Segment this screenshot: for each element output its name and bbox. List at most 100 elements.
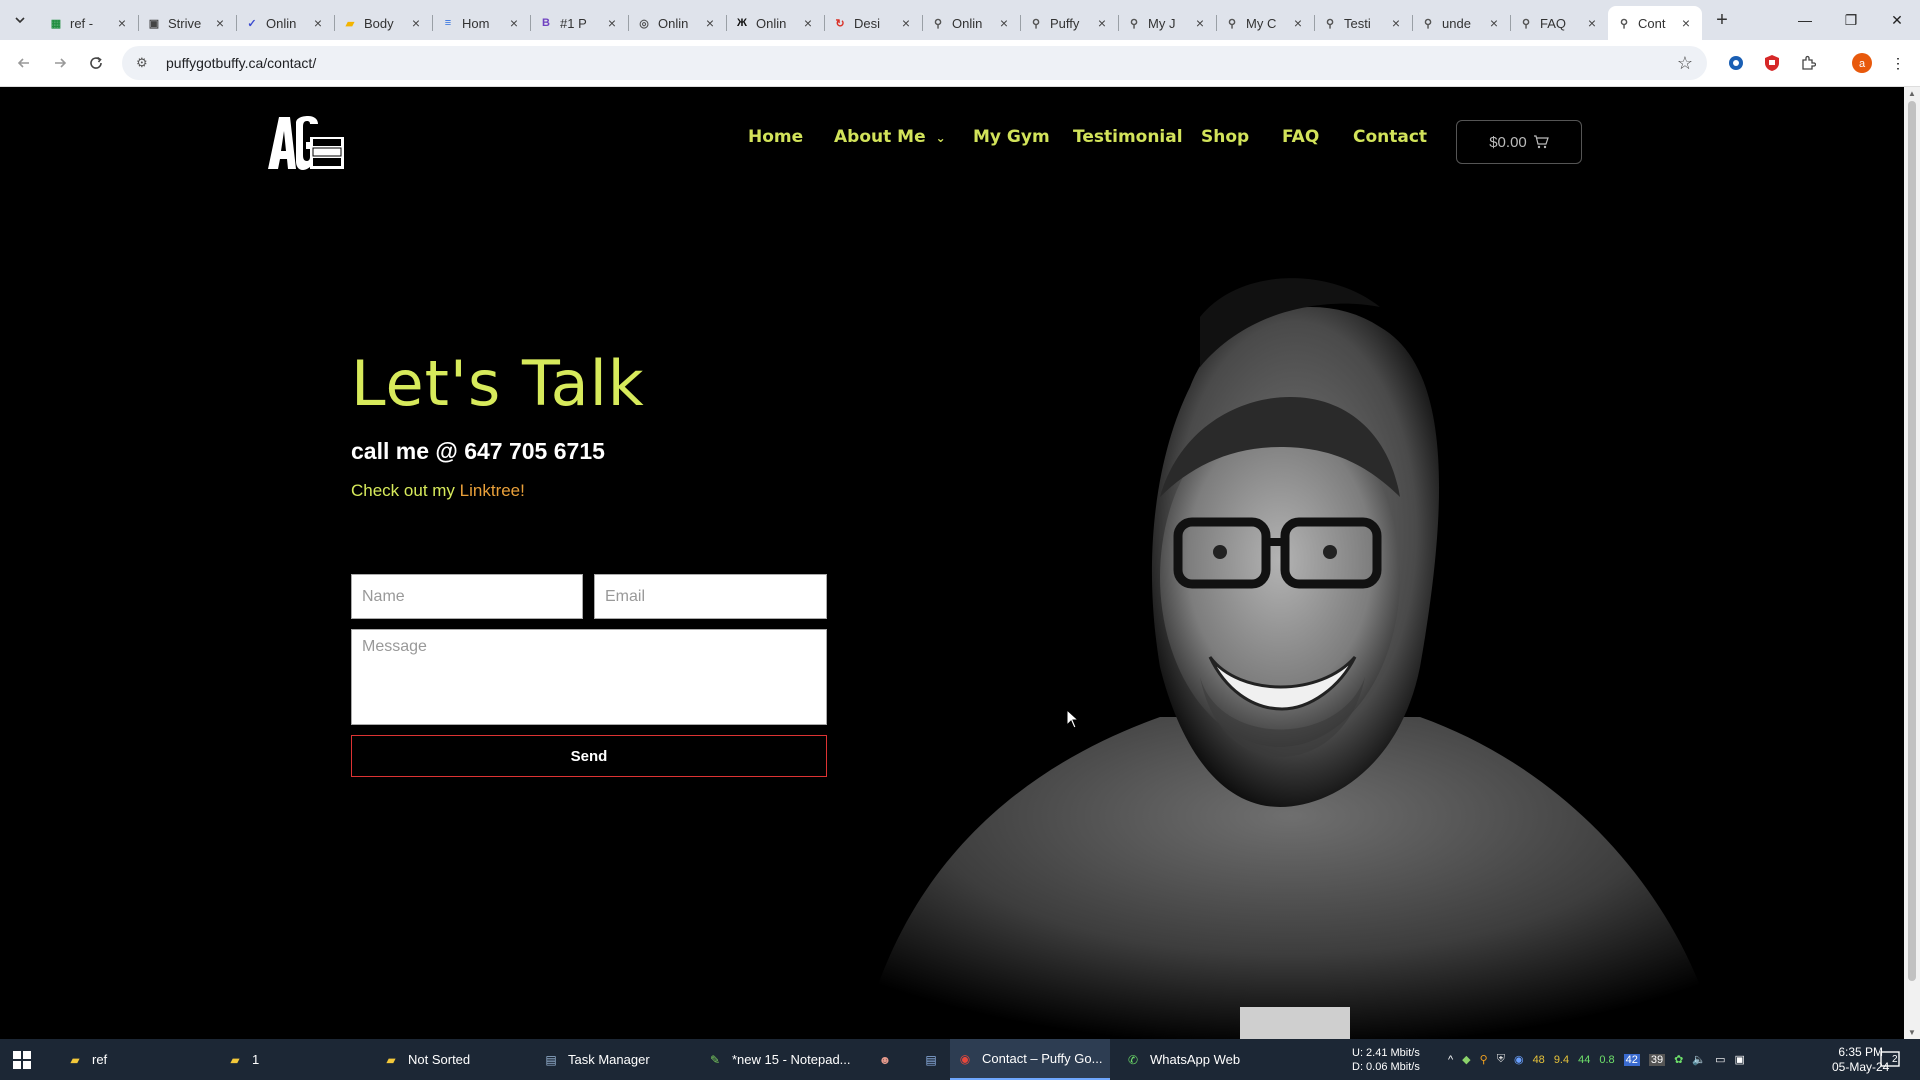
close-tab-icon[interactable]: ×: [1094, 15, 1110, 31]
url-text[interactable]: puffygotbuffy.ca/contact/: [166, 55, 1677, 71]
bookmark-star-icon[interactable]: ☆: [1677, 53, 1693, 74]
nav-item-home[interactable]: Home: [748, 127, 803, 147]
close-tab-icon[interactable]: ×: [310, 15, 326, 31]
tab-title: Onlin: [658, 15, 689, 31]
close-tab-icon[interactable]: ×: [1678, 15, 1694, 31]
email-field[interactable]: Email: [594, 574, 827, 619]
browser-tab[interactable]: ⚲ FAQ ×: [1510, 6, 1608, 40]
browser-tab[interactable]: ⚲ Onlin ×: [922, 6, 1020, 40]
close-tab-icon[interactable]: ×: [604, 15, 620, 31]
nav-item-testimonial[interactable]: Testimonial: [1073, 127, 1183, 147]
browser-tab[interactable]: ⚲ Puffy ×: [1020, 6, 1118, 40]
extensions-puzzle-icon[interactable]: [1798, 53, 1818, 73]
close-window-button[interactable]: ✕: [1874, 0, 1920, 40]
close-tab-icon[interactable]: ×: [212, 15, 228, 31]
shield-extension-icon[interactable]: [1762, 53, 1782, 73]
browser-tab[interactable]: ⚲ unde ×: [1412, 6, 1510, 40]
cart-icon: [1533, 135, 1549, 149]
address-bar[interactable]: ⚙ puffygotbuffy.ca/contact/ ☆: [122, 46, 1707, 80]
close-tab-icon[interactable]: ×: [114, 15, 130, 31]
restore-button[interactable]: ❐: [1828, 0, 1874, 40]
taskbar-item-label: Contact – Puffy Go...: [982, 1051, 1103, 1066]
close-tab-icon[interactable]: ×: [800, 15, 816, 31]
browser-tab[interactable]: ✓ Onlin ×: [236, 6, 334, 40]
close-tab-icon[interactable]: ×: [702, 15, 718, 31]
scroll-up-arrow-icon[interactable]: ▲: [1908, 89, 1916, 98]
minimize-button[interactable]: —: [1782, 0, 1828, 40]
volume-icon[interactable]: 🔈: [1692, 1053, 1706, 1066]
start-button[interactable]: [0, 1039, 44, 1080]
tab-search-button[interactable]: [0, 0, 40, 40]
browser-tab[interactable]: ◎ Onlin ×: [628, 6, 726, 40]
nav-item-about-me[interactable]: About Me ⌄: [834, 127, 946, 147]
send-button[interactable]: Send: [351, 735, 827, 777]
browser-tab[interactable]: ⚲ Testi ×: [1314, 6, 1412, 40]
name-field[interactable]: Name: [351, 574, 583, 619]
nav-item-contact[interactable]: Contact: [1353, 127, 1427, 147]
tray-globe-icon[interactable]: ◉: [1514, 1053, 1524, 1066]
tray-search-icon[interactable]: ⚲: [1480, 1053, 1488, 1066]
notepad-icon: ✎: [709, 1052, 721, 1067]
document-icon: ▤: [925, 1052, 937, 1067]
browser-tab[interactable]: ≡ Hom ×: [432, 6, 530, 40]
profile-avatar-icon[interactable]: a: [1852, 53, 1872, 73]
close-tab-icon[interactable]: ×: [408, 15, 424, 31]
browser-tab[interactable]: ▣ Strive ×: [138, 6, 236, 40]
browser-menu-icon[interactable]: ⋮: [1888, 53, 1908, 73]
taskbar-item[interactable]: ▤ Task Manager: [536, 1039, 696, 1080]
reload-button[interactable]: [82, 49, 110, 77]
browser-tab[interactable]: ⚲ My C ×: [1216, 6, 1314, 40]
scrollbar-thumb[interactable]: [1908, 101, 1916, 981]
linktree-link[interactable]: Linktree!: [460, 481, 525, 500]
taskbar-item[interactable]: ▰ 1: [220, 1039, 360, 1080]
taskbar-item[interactable]: ◉ Contact – Puffy Go...: [950, 1039, 1110, 1080]
taskbar-item[interactable]: ▰ Not Sorted: [376, 1039, 516, 1080]
svg-text:a: a: [1859, 58, 1866, 70]
close-tab-icon[interactable]: ×: [1192, 15, 1208, 31]
close-tab-icon[interactable]: ×: [1584, 15, 1600, 31]
close-tab-icon[interactable]: ×: [1486, 15, 1502, 31]
new-tab-button[interactable]: +: [1706, 4, 1738, 36]
taskbar-item[interactable]: ▰ ref: [60, 1039, 220, 1080]
cart-button[interactable]: $0.00: [1456, 120, 1582, 164]
taskbar-item-label: Task Manager: [568, 1052, 650, 1067]
close-tab-icon[interactable]: ×: [1290, 15, 1306, 31]
tray-flower-icon[interactable]: ✿: [1674, 1053, 1683, 1066]
browser-tab[interactable]: ▦ ref - ×: [40, 6, 138, 40]
taskbar-app[interactable]: ▤: [916, 1039, 956, 1080]
nav-item-faq[interactable]: FAQ: [1282, 127, 1319, 147]
taskbar-app[interactable]: ☻: [870, 1039, 910, 1080]
tray-overflow-icon[interactable]: ^: [1448, 1054, 1453, 1066]
taskbar-item[interactable]: ✎ *new 15 - Notepad...: [700, 1039, 860, 1080]
nav-label: Home: [748, 127, 804, 147]
taskbar-item[interactable]: ✆ WhatsApp Web: [1118, 1039, 1268, 1080]
page-scrollbar[interactable]: ▲ ▼: [1904, 87, 1920, 1039]
battery-icon[interactable]: ▭: [1715, 1053, 1725, 1066]
nav-item-my-gym[interactable]: My Gym: [973, 127, 1050, 147]
tray-badge-2[interactable]: 39: [1648, 1053, 1666, 1066]
message-field[interactable]: Message: [351, 629, 827, 725]
hero-phone: call me @ 647 705 6715: [351, 438, 605, 464]
forward-button[interactable]: [46, 49, 74, 77]
site-info-icon[interactable]: ⚙: [136, 55, 154, 71]
browser-tab[interactable]: B #1 P ×: [530, 6, 628, 40]
close-tab-icon[interactable]: ×: [506, 15, 522, 31]
nav-item-shop[interactable]: Shop: [1201, 127, 1249, 147]
browser-tab[interactable]: ⚲ Cont ×: [1608, 6, 1702, 40]
scroll-down-arrow-icon[interactable]: ▼: [1908, 1028, 1916, 1037]
browser-tab[interactable]: ⚲ My J ×: [1118, 6, 1216, 40]
browser-tab[interactable]: ▰ Body ×: [334, 6, 432, 40]
close-tab-icon[interactable]: ×: [996, 15, 1012, 31]
extension-globe-icon[interactable]: [1726, 53, 1746, 73]
tray-app-icon[interactable]: ◆: [1462, 1053, 1470, 1066]
back-button[interactable]: [10, 49, 38, 77]
browser-tab[interactable]: ↻ Desi ×: [824, 6, 922, 40]
tray-shield-icon[interactable]: ⛨: [1497, 1053, 1505, 1066]
site-logo[interactable]: [266, 115, 344, 171]
browser-tab[interactable]: Ж Onlin ×: [726, 6, 824, 40]
close-tab-icon[interactable]: ×: [1388, 15, 1404, 31]
network-icon[interactable]: ▣: [1734, 1053, 1744, 1066]
tray-badge[interactable]: 42: [1623, 1053, 1640, 1066]
notification-center-button[interactable]: 2: [1880, 1039, 1900, 1080]
close-tab-icon[interactable]: ×: [898, 15, 914, 31]
